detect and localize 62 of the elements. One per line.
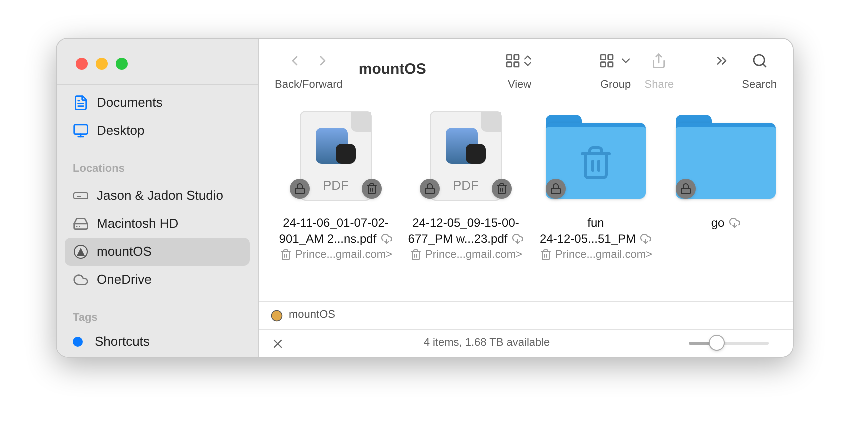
toolbar-button[interactable]: Group: [598, 51, 633, 94]
file-owner: Prince...gmail.com>: [556, 248, 652, 263]
volume-icon: [73, 244, 89, 260]
file-type-label: PDF: [323, 177, 349, 195]
page-fold: [481, 112, 501, 132]
search-icon: [752, 53, 768, 69]
toolbar-button[interactable]: Back/Forward: [275, 51, 343, 94]
lock-badge-icon: [420, 179, 440, 199]
grid-icon: [504, 53, 521, 69]
cloud-download-icon: [380, 233, 393, 245]
share-icon: [651, 53, 668, 69]
zoom-button[interactable]: [116, 58, 128, 70]
trash-icon: [410, 249, 422, 261]
sidebar-item[interactable]: Desktop: [65, 117, 250, 145]
file-name: 24-12-05...51_PM: [540, 231, 636, 247]
window-title: mountOS: [358, 60, 426, 80]
group-icon: [598, 53, 615, 69]
file-item[interactable]: go: [661, 111, 791, 231]
file-type-label: PDF: [453, 177, 479, 195]
folder-icon: [676, 115, 776, 199]
zoom-slider-thumb[interactable]: [709, 335, 725, 351]
file-name: 24-12-05_09-15-00-: [412, 215, 520, 231]
file-name: 677_PM w...23.pdf: [408, 231, 508, 247]
sidebar-item[interactable]: Jason & Jadon Studio: [65, 182, 250, 210]
trash-icon: [540, 249, 552, 261]
file-owner: Prince...gmail.com>: [296, 248, 392, 263]
trash-icon: [280, 249, 292, 261]
cloud-download-icon: [728, 217, 741, 229]
trash-badge-icon: [492, 179, 512, 199]
cloud-download-icon: [640, 233, 652, 245]
cloud-icon: [73, 272, 89, 288]
file-name: fun: [588, 215, 604, 231]
volume-icon: [271, 310, 283, 322]
close-button[interactable]: [76, 58, 88, 70]
desktop-icon: [73, 123, 89, 139]
file-item[interactable]: fun 24-12-05...51_PM Prince...gmail.com>: [531, 111, 661, 263]
trash-badge-icon: [362, 179, 382, 199]
section-heading: Tags: [72, 310, 99, 326]
lock-badge-icon: [290, 179, 310, 199]
sidebar-item[interactable]: OneDrive: [65, 266, 250, 294]
preview-app-icon: [446, 128, 486, 164]
file-item[interactable]: PDF 24-12-05_09-15-00- 677_PM w...23.pdf Prince...gmail.com>: [401, 111, 531, 263]
toolbar-button[interactable]: Search: [742, 51, 777, 94]
minimize-button[interactable]: [96, 58, 108, 70]
sidebar-item[interactable]: Documents: [65, 89, 250, 117]
file-name: 901_AM 2...ns.pdf: [279, 231, 377, 247]
file-item[interactable]: PDF 24-11-06_01-07-02- 901_AM 2...ns.pdf Prince...gmail.com>: [271, 111, 401, 263]
file-name: 24-11-06_01-07-02-: [283, 215, 389, 231]
sidebar-item[interactable]: mountOS: [65, 238, 250, 266]
preview-app-icon: [316, 128, 356, 164]
toolbar-button[interactable]: View: [504, 51, 535, 94]
trash-folder-icon: [546, 115, 646, 199]
document-icon: [73, 95, 89, 111]
cloud-download-icon: [512, 233, 524, 245]
sidebar-item[interactable]: Shortcuts: [65, 330, 250, 354]
file-owner: Prince...gmail.com>: [426, 248, 522, 263]
status-text: 4 items, 1.68 TB available: [422, 336, 552, 352]
page-fold: [351, 112, 371, 132]
path-item[interactable]: mountOS: [289, 307, 336, 324]
sidebar-item[interactable]: Macintosh HD: [65, 210, 250, 238]
file-name: go: [711, 215, 725, 231]
section-heading: Locations: [72, 162, 126, 177]
